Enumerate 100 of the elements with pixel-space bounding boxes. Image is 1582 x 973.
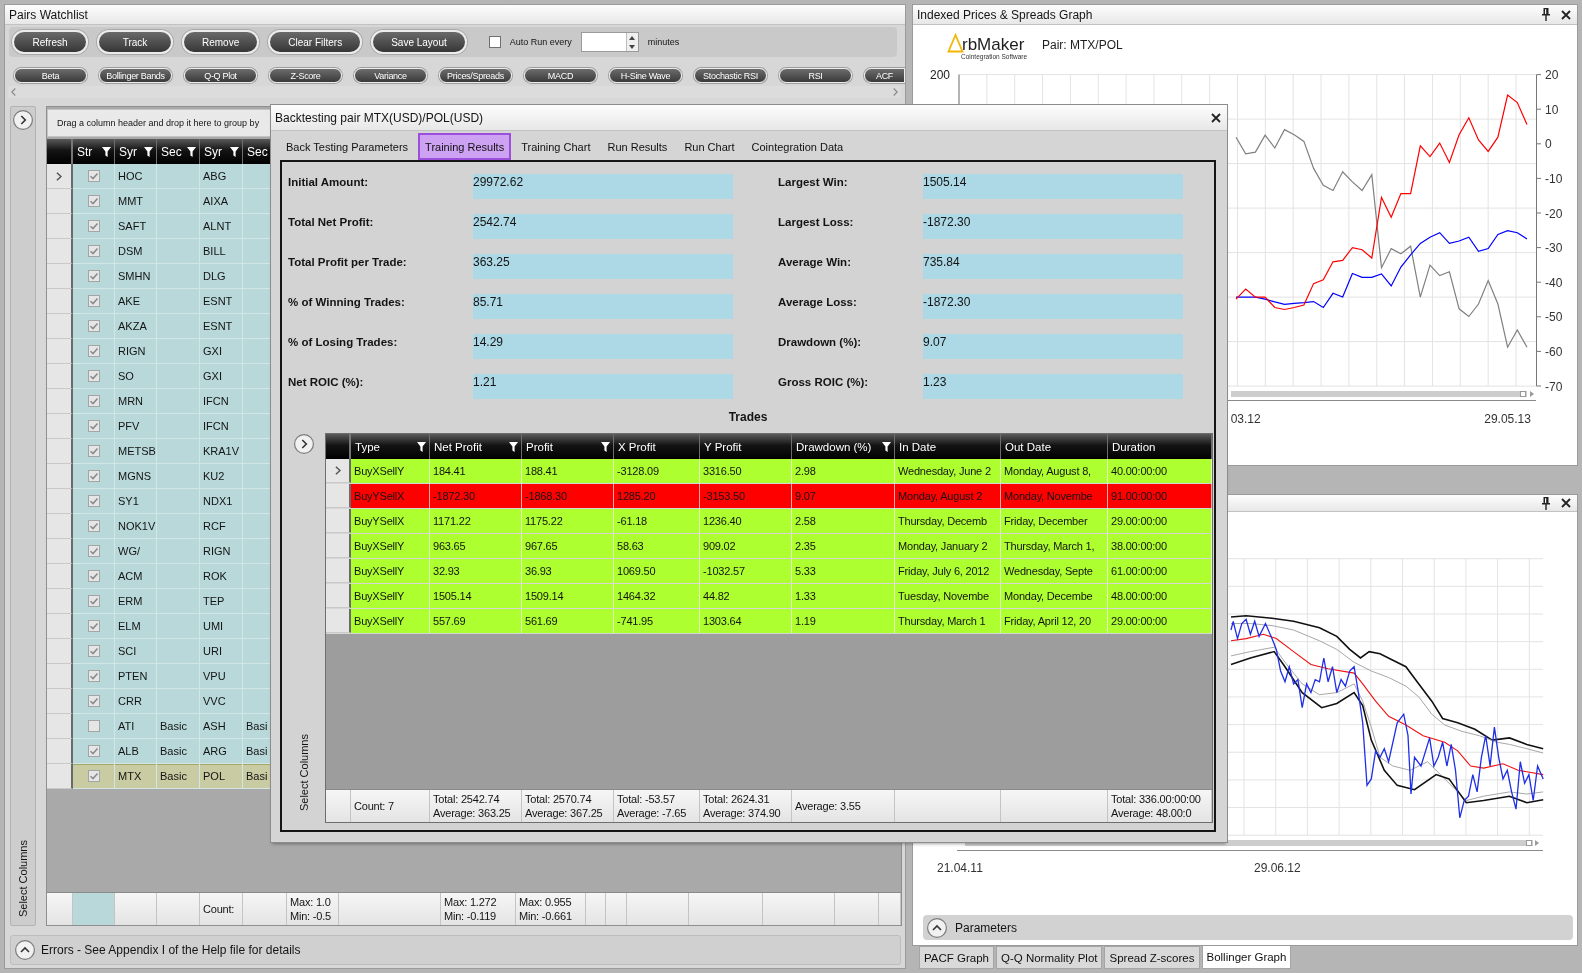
caret-down-icon[interactable] xyxy=(629,44,636,49)
checkbox[interactable] xyxy=(87,420,100,432)
circle-chevron-right-icon[interactable] xyxy=(13,110,33,130)
pin-icon[interactable] xyxy=(1542,8,1550,21)
row-header[interactable] xyxy=(326,559,351,583)
circle-chevron-right-icon[interactable] xyxy=(294,434,314,454)
dialog-tab[interactable]: Run Results xyxy=(600,133,675,160)
filter-icon[interactable] xyxy=(509,441,518,452)
row-header[interactable] xyxy=(47,614,73,639)
row-header[interactable] xyxy=(47,439,73,464)
close-icon[interactable] xyxy=(1561,9,1571,20)
checkbox[interactable] xyxy=(87,295,100,307)
graph-tab[interactable]: Bollinger Graph xyxy=(1201,946,1292,969)
indicator-button[interactable]: ACF xyxy=(864,68,905,83)
row-header[interactable] xyxy=(47,564,73,589)
filter-icon[interactable] xyxy=(417,441,426,452)
checkbox[interactable] xyxy=(87,170,100,182)
trade-row[interactable]: BuyXSellY 963.65 967.65 58.63 909.02 2.35 Monday, January 2 Thursday, March 1, 38.00:00:00 xyxy=(326,534,1212,559)
row-header[interactable] xyxy=(47,314,73,339)
indicator-button[interactable]: RSI xyxy=(779,68,852,83)
errors-bar[interactable]: Errors - See Appendix I of the Help file for details xyxy=(10,935,901,965)
indicator-button[interactable]: Prices/Spreads xyxy=(439,68,512,83)
pin-icon[interactable] xyxy=(1542,496,1550,510)
checkbox[interactable] xyxy=(87,445,100,457)
chevron-right-icon[interactable] xyxy=(893,88,898,96)
close-icon[interactable] xyxy=(1561,498,1571,508)
filter-icon[interactable] xyxy=(102,146,111,157)
checkbox[interactable] xyxy=(87,720,100,732)
row-header[interactable] xyxy=(47,639,73,664)
close-icon[interactable] xyxy=(1211,112,1221,123)
dialog-tab[interactable]: Training Results xyxy=(418,133,512,160)
checkbox[interactable] xyxy=(87,470,100,482)
toolbar-button[interactable]: Refresh xyxy=(12,30,88,54)
graph-tab[interactable]: Spread Z-scores xyxy=(1104,946,1200,969)
checkbox[interactable] xyxy=(87,520,100,532)
trade-row[interactable]: BuyYSellX -1872.30 -1868.30 1285.20 -3153.50 9.07 Monday, August 2 Monday, Novembe 91.00:00:00 xyxy=(326,484,1212,509)
row-header[interactable] xyxy=(326,459,351,483)
trade-row[interactable]: BuyXSellY 32.93 36.93 1069.50 -1032.57 5.33 Friday, July 6, 2012 Wednesday, Septe 61.00:00:00 xyxy=(326,559,1212,584)
indicator-button[interactable]: H-Sine Wave xyxy=(609,68,682,83)
checkbox[interactable] xyxy=(87,545,100,557)
row-header[interactable] xyxy=(47,339,73,364)
trade-row[interactable]: BuyXSellY 184.41 188.41 -3128.09 3316.50 2.98 Wednesday, June 2 Monday, August 8, 40.00:00:00 xyxy=(326,459,1212,484)
checkbox[interactable] xyxy=(87,670,100,682)
indicator-button[interactable]: Variance xyxy=(354,68,427,83)
toolbar-button[interactable]: Track xyxy=(97,30,173,54)
row-header[interactable] xyxy=(47,514,73,539)
row-header[interactable] xyxy=(47,239,73,264)
select-columns-label[interactable]: Select Columns xyxy=(17,839,29,917)
dialog-tab[interactable]: Cointegration Data xyxy=(744,133,851,160)
dialog-tab[interactable]: Training Chart xyxy=(514,133,598,160)
select-columns-label[interactable]: Select Columns xyxy=(298,733,310,811)
graph-tab[interactable]: PACF Graph xyxy=(919,946,994,969)
horizontal-scrollbar[interactable] xyxy=(8,86,901,98)
checkbox[interactable] xyxy=(87,345,100,357)
row-header[interactable] xyxy=(47,664,73,689)
row-header[interactable] xyxy=(47,289,73,314)
checkbox[interactable] xyxy=(87,220,100,232)
minutes-field[interactable] xyxy=(580,32,639,52)
row-header[interactable] xyxy=(47,414,73,439)
indicator-button[interactable]: Stochastic RSI xyxy=(694,68,767,83)
filter-icon[interactable] xyxy=(230,146,239,157)
circle-chevron-up-icon[interactable] xyxy=(927,917,947,938)
row-header[interactable] xyxy=(47,589,73,614)
row-header[interactable] xyxy=(47,189,73,214)
indicator-button[interactable]: Bollinger Bands xyxy=(99,68,172,83)
checkbox[interactable] xyxy=(87,370,100,382)
row-header[interactable] xyxy=(47,489,73,514)
filter-icon[interactable] xyxy=(144,146,153,157)
row-header[interactable] xyxy=(326,584,351,608)
checkbox[interactable] xyxy=(87,595,100,607)
checkbox[interactable] xyxy=(488,36,501,48)
row-header[interactable] xyxy=(47,214,73,239)
chevron-left-icon[interactable] xyxy=(11,88,16,96)
checkbox[interactable] xyxy=(87,320,100,332)
checkbox[interactable] xyxy=(87,695,100,707)
indicator-button[interactable]: Beta xyxy=(14,68,87,83)
toolbar-button[interactable]: Clear Filters xyxy=(268,30,363,54)
row-header[interactable] xyxy=(47,739,73,764)
row-header[interactable] xyxy=(47,689,73,714)
toolbar-button[interactable]: Remove xyxy=(182,30,260,54)
row-header[interactable] xyxy=(47,764,73,789)
filter-icon[interactable] xyxy=(882,441,891,452)
checkbox[interactable] xyxy=(87,570,100,582)
trade-row[interactable]: BuyYSellX 1171.22 1175.22 -61.18 1236.40 2.58 Thursday, Decemb Friday, December 29.00:00:00 xyxy=(326,509,1212,534)
row-header[interactable] xyxy=(47,464,73,489)
dialog-tab[interactable]: Run Chart xyxy=(677,133,742,160)
checkbox[interactable] xyxy=(87,395,100,407)
checkbox[interactable] xyxy=(87,245,100,257)
indicator-button[interactable]: Z-Score xyxy=(269,68,342,83)
row-header[interactable] xyxy=(326,509,351,533)
checkbox[interactable] xyxy=(87,745,100,757)
checkbox[interactable] xyxy=(87,270,100,282)
checkbox[interactable] xyxy=(87,770,100,782)
row-header[interactable] xyxy=(47,714,73,739)
filter-icon[interactable] xyxy=(187,146,196,157)
filter-icon[interactable] xyxy=(601,441,610,452)
checkbox[interactable] xyxy=(87,645,100,657)
caret-up-icon[interactable] xyxy=(629,35,636,40)
row-header[interactable] xyxy=(47,539,73,564)
row-header[interactable] xyxy=(326,609,351,633)
